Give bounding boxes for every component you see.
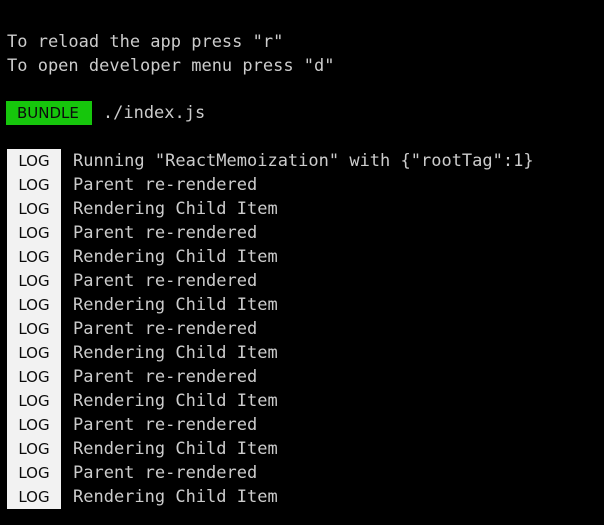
log-badge: LOG	[7, 365, 61, 389]
log-line: LOG Parent re-rendered	[7, 173, 534, 197]
log-badge: LOG	[7, 317, 61, 341]
log-badge: LOG	[7, 221, 61, 245]
log-list: LOG Running "ReactMemoization" with {"ro…	[7, 149, 534, 509]
log-message: Running "ReactMemoization" with {"rootTa…	[73, 151, 534, 171]
log-message: Parent re-rendered	[73, 367, 258, 387]
log-line: LOG Rendering Child Item	[7, 341, 534, 365]
log-badge: LOG	[7, 461, 61, 485]
log-badge: LOG	[7, 293, 61, 317]
log-line: LOG Rendering Child Item	[7, 245, 534, 269]
log-line: LOG Running "ReactMemoization" with {"ro…	[7, 149, 534, 173]
log-line: LOG Rendering Child Item	[7, 197, 534, 221]
log-message: Rendering Child Item	[73, 343, 278, 363]
log-line: LOG Rendering Child Item	[7, 485, 534, 509]
log-badge: LOG	[7, 389, 61, 413]
log-badge: LOG	[7, 245, 61, 269]
log-badge: LOG	[7, 149, 61, 173]
terminal-output[interactable]: To reload the app press "r" To open deve…	[0, 0, 604, 525]
log-message: Rendering Child Item	[73, 295, 278, 315]
log-badge: LOG	[7, 437, 61, 461]
log-badge: LOG	[7, 341, 61, 365]
log-line: LOG Rendering Child Item	[7, 389, 534, 413]
log-message: Rendering Child Item	[73, 199, 278, 219]
log-line: LOG Parent re-rendered	[7, 365, 534, 389]
bundle-badge: BUNDLE	[6, 101, 92, 125]
log-message: Parent re-rendered	[73, 463, 258, 483]
log-line: LOG Rendering Child Item	[7, 293, 534, 317]
log-message: Rendering Child Item	[73, 247, 278, 267]
log-message: Rendering Child Item	[73, 439, 278, 459]
log-line: LOG Parent re-rendered	[7, 461, 534, 485]
dev-menu-hint: To open developer menu press "d"	[7, 56, 335, 76]
log-line: LOG Parent re-rendered	[7, 269, 534, 293]
log-message: Rendering Child Item	[73, 487, 278, 507]
log-message: Rendering Child Item	[73, 391, 278, 411]
log-line: LOG Parent re-rendered	[7, 413, 534, 437]
log-message: Parent re-rendered	[73, 175, 258, 195]
log-badge: LOG	[7, 197, 61, 221]
log-badge: LOG	[7, 485, 61, 509]
log-line: LOG Rendering Child Item	[7, 437, 534, 461]
log-message: Parent re-rendered	[73, 271, 258, 291]
log-badge: LOG	[7, 413, 61, 437]
log-message: Parent re-rendered	[73, 223, 258, 243]
log-line: LOG Parent re-rendered	[7, 317, 534, 341]
log-message: Parent re-rendered	[73, 415, 258, 435]
log-badge: LOG	[7, 173, 61, 197]
bundle-line: BUNDLE ./index.js	[6, 101, 205, 125]
reload-hint: To reload the app press "r"	[7, 32, 284, 52]
log-badge: LOG	[7, 269, 61, 293]
bundle-path: ./index.js	[102, 103, 206, 123]
log-message: Parent re-rendered	[73, 319, 258, 339]
log-line: LOG Parent re-rendered	[7, 221, 534, 245]
